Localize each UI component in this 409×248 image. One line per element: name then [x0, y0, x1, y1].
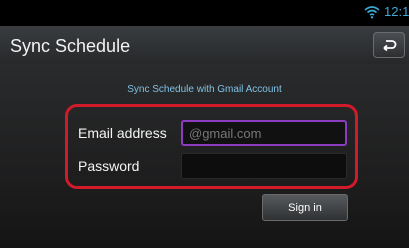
email-label: Email address: [78, 125, 167, 141]
password-field[interactable]: [181, 153, 347, 179]
email-field[interactable]: [181, 120, 347, 146]
back-button[interactable]: [373, 32, 405, 58]
back-arrow-icon: [383, 40, 397, 51]
sync-subtitle: Sync Schedule with Gmail Account: [127, 84, 282, 95]
page-title: Sync Schedule: [10, 36, 131, 56]
password-label: Password: [78, 158, 140, 174]
sign-in-button[interactable]: Sign in: [262, 194, 348, 221]
wifi-icon: [364, 6, 380, 19]
status-clock: 12:11: [384, 4, 409, 19]
status-bar: [0, 0, 409, 26]
